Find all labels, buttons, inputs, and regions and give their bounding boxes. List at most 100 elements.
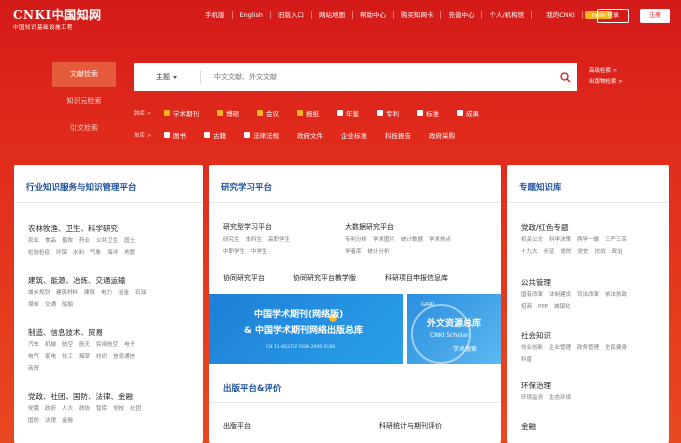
collab-platform-link[interactable]: 协同研究平台	[223, 273, 265, 283]
list-item[interactable]: 家电	[45, 354, 56, 360]
opt-yearbook[interactable]: 年鉴	[337, 108, 359, 118]
opt-gov-docs[interactable]: 政府文件	[297, 130, 323, 140]
list-item[interactable]: 机械	[45, 342, 56, 348]
list-item[interactable]: 党的	[561, 249, 572, 255]
list-item[interactable]: 机关公文	[521, 237, 543, 243]
list-item[interactable]: 建筑材料	[56, 290, 78, 296]
opt-law[interactable]: 法律法规	[244, 130, 279, 140]
journal-database-banner[interactable]: 中国学术期刊(网络版) & 中国学术期刊网络出版总库 CN 11-6037/Z …	[209, 294, 403, 364]
research-card-title[interactable]: 研究学习平台	[221, 181, 272, 193]
list-item[interactable]: 环境监测	[521, 395, 543, 401]
list-item[interactable]: 电力	[101, 290, 112, 296]
nav-old-version[interactable]: 旧版入口	[271, 11, 312, 19]
list-item[interactable]: 金融	[62, 418, 73, 424]
nav-recharge[interactable]: 充值中心	[441, 11, 483, 19]
list-item[interactable]: 国防	[28, 418, 39, 424]
opt-journal[interactable]: 学术期刊	[164, 108, 199, 118]
list-item[interactable]: 食品	[45, 238, 56, 244]
list-item[interactable]: 水利	[73, 250, 84, 256]
list-item[interactable]: 科普	[521, 357, 532, 363]
list-item[interactable]: 统计数据	[401, 237, 423, 243]
list-item[interactable]: 长征	[544, 249, 555, 255]
list-item[interactable]: 交通	[45, 302, 56, 308]
project-info-link[interactable]: 科研项目申报信息库	[385, 273, 448, 283]
opt-patent[interactable]: 专利	[377, 108, 399, 118]
category-title[interactable]: 农林牧渔、卫生、科学研究	[28, 223, 118, 234]
list-item[interactable]: 冶金	[118, 290, 129, 296]
opt-book[interactable]: 图书	[164, 130, 186, 140]
publishing-platform-link[interactable]: 出版平台	[223, 421, 251, 431]
bigdata-title[interactable]: 大数据研究平台	[345, 222, 394, 232]
category-title[interactable]: 党政、社团、国防、法律、金融	[28, 391, 133, 402]
opt-standard[interactable]: 标准	[417, 108, 439, 118]
list-item[interactable]: 中职学生	[223, 249, 245, 255]
list-item[interactable]: 人大	[62, 406, 73, 412]
list-item[interactable]: 统计分析	[368, 249, 390, 255]
list-item[interactable]: 科学决策	[549, 237, 571, 243]
list-item[interactable]: 地震	[124, 250, 135, 256]
list-item[interactable]: 航天	[79, 342, 90, 348]
opt-tech-report[interactable]: 科技报告	[385, 130, 411, 140]
list-item[interactable]: 学术热点	[429, 237, 451, 243]
list-item[interactable]: 招商	[521, 304, 532, 310]
section-title[interactable]: 社会知识	[521, 330, 551, 341]
list-item[interactable]: 依法执政	[605, 292, 627, 298]
scholar-banner[interactable]: GARI 外文资源总库 CNKI Scholar 学术搜索	[407, 294, 501, 364]
tab-document-search[interactable]: 文献检索	[52, 62, 116, 87]
list-item[interactable]: 药业	[79, 238, 90, 244]
list-item[interactable]: 党史	[578, 249, 589, 255]
list-item[interactable]: 高职学生	[268, 237, 290, 243]
list-item[interactable]: 政治	[612, 249, 623, 255]
topic-card-title[interactable]: 专题知识库	[519, 181, 562, 193]
opt-conference[interactable]: 会议	[257, 108, 279, 118]
section-title[interactable]: 公共管理	[521, 277, 551, 288]
collab-teaching-link[interactable]: 协同研究平台教学版	[293, 273, 356, 283]
list-item[interactable]: 法律	[45, 418, 56, 424]
list-item[interactable]: 生态环境	[549, 395, 571, 401]
opt-achievement[interactable]: 成果	[457, 108, 479, 118]
list-item[interactable]: 抗战	[595, 249, 606, 255]
search-button[interactable]	[553, 63, 577, 91]
opt-newspaper[interactable]: 报纸	[297, 108, 319, 118]
list-item[interactable]: 船舶	[62, 302, 73, 308]
nav-buy-card[interactable]: 购买知网卡	[394, 11, 442, 19]
nav-english[interactable]: English	[233, 11, 271, 19]
list-item[interactable]: 检验检疫	[28, 250, 50, 256]
list-item[interactable]: 十九大	[521, 249, 538, 255]
list-item[interactable]: 烟草	[79, 354, 90, 360]
research-learning-title[interactable]: 研究型学习平台	[223, 222, 272, 232]
list-item[interactable]: 法制建设	[549, 292, 571, 298]
journal-evaluation-link[interactable]: 科研统计与期刊评价	[379, 421, 442, 431]
list-item[interactable]: 研究生	[223, 237, 240, 243]
section-title[interactable]: 党政/红色专题	[521, 222, 569, 233]
opt-gov-procurement[interactable]: 政府采购	[429, 130, 455, 140]
list-item[interactable]: 国土	[124, 238, 135, 244]
advanced-search-link[interactable]: 高级检索 >	[589, 66, 623, 77]
list-item[interactable]: 民用航空	[96, 342, 118, 348]
list-item[interactable]: 海洋	[107, 250, 118, 256]
register-button[interactable]: 注册	[640, 9, 670, 23]
tab-knowledge-search[interactable]: 知识元检索	[52, 89, 116, 114]
list-item[interactable]: 石油	[135, 290, 146, 296]
list-item[interactable]: 政务管理	[577, 345, 599, 351]
list-item[interactable]: 煤炭	[28, 302, 39, 308]
list-item[interactable]: 畜牧	[62, 238, 73, 244]
list-item[interactable]: 信息通信	[113, 354, 135, 360]
nav-help[interactable]: 帮助中心	[353, 11, 394, 19]
list-item[interactable]: 商贸	[28, 366, 39, 372]
login-button[interactable]: 登录	[597, 9, 629, 23]
list-item[interactable]: 城乡规划	[28, 290, 50, 296]
tab-citation-search[interactable]: 引文检索	[52, 116, 116, 141]
opt-enterprise-std[interactable]: 企业标准	[341, 130, 367, 140]
list-item[interactable]: 社团	[130, 406, 141, 412]
list-item[interactable]: 司法改革	[577, 292, 599, 298]
list-item[interactable]: 企业管理	[549, 345, 571, 351]
cnki-logo[interactable]: CNKI中国知网 www.cnki.net 中国知识基础设施工程	[13, 6, 123, 31]
list-item[interactable]: 政府	[45, 406, 56, 412]
list-item[interactable]: 建筑	[84, 290, 95, 296]
list-item[interactable]: 纺织	[96, 354, 107, 360]
list-item[interactable]: 公共卫生	[96, 238, 118, 244]
category-title[interactable]: 建筑、能源、冶炼、交通运输	[28, 275, 126, 286]
list-item[interactable]: 政协	[79, 406, 90, 412]
list-item[interactable]: 化工	[62, 354, 73, 360]
